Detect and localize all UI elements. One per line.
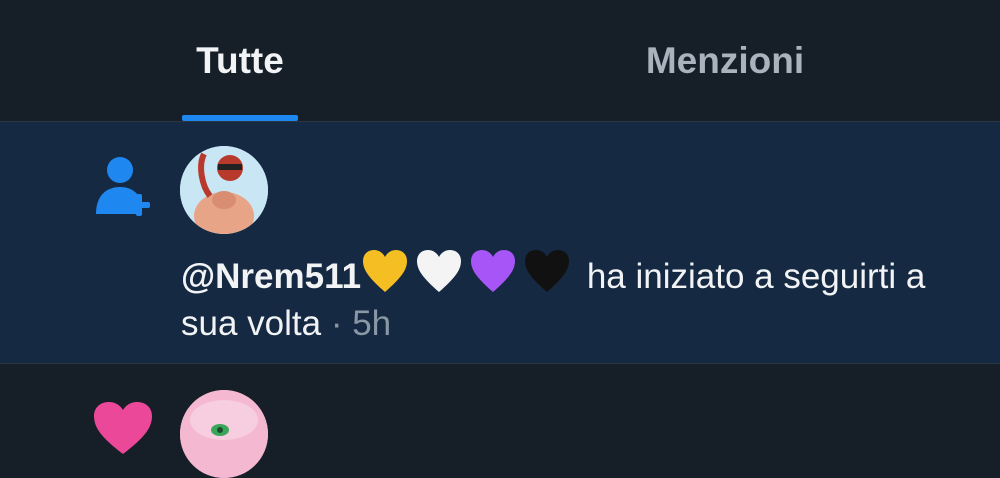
white-heart-emoji	[417, 250, 462, 292]
purple-heart-emoji	[471, 250, 516, 292]
timestamp: 5h	[352, 304, 392, 343]
notifications-tab-bar: Tutte Menzioni	[0, 0, 1000, 122]
yellow-heart-emoji	[363, 250, 408, 292]
avatar[interactable]	[180, 390, 268, 478]
black-heart-emoji	[525, 250, 570, 292]
tab-mentions[interactable]: Menzioni	[610, 0, 840, 121]
avatar[interactable]	[180, 146, 268, 234]
tab-all[interactable]: Tutte	[182, 0, 298, 121]
active-tab-indicator	[182, 115, 298, 121]
heart-icon	[94, 402, 152, 454]
username-link[interactable]: @Nrem511	[181, 257, 361, 296]
separator: ·	[330, 304, 343, 343]
person-add-icon	[96, 157, 150, 216]
notification-text: @Nrem511 ha iniziato a seguirti a sua vo…	[181, 248, 941, 347]
